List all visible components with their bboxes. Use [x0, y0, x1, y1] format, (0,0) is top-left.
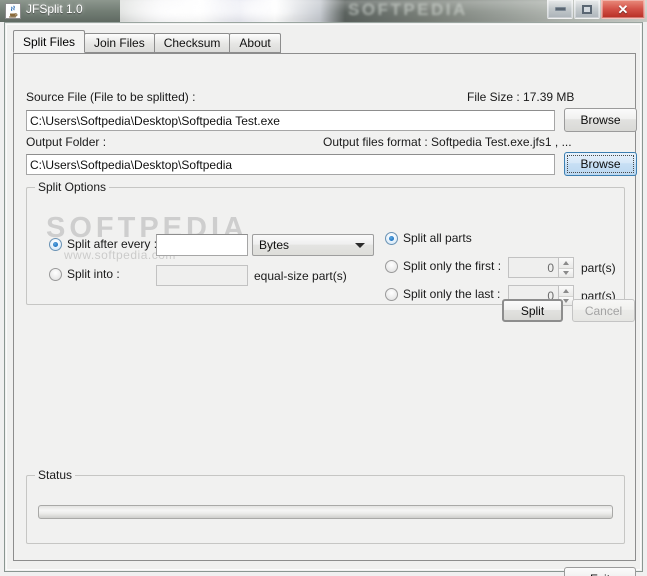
- tab-about[interactable]: About: [229, 33, 281, 53]
- spinner-down-button[interactable]: [559, 267, 573, 277]
- minimize-icon: [554, 7, 566, 11]
- chevron-up-icon: [563, 260, 569, 265]
- output-format-label: Output files format : Softpedia Test.exe…: [323, 135, 572, 149]
- radio-split-into[interactable]: Split into :: [49, 267, 120, 281]
- radio-split-only-last-indicator: [385, 287, 398, 301]
- split-button[interactable]: Split: [502, 299, 563, 322]
- java-cup-icon: [5, 3, 21, 19]
- radio-split-all-parts-label: Split all parts: [403, 231, 472, 245]
- browse-output-button[interactable]: Browse: [564, 152, 637, 176]
- client-inner: Split Files Join Files Checksum About So…: [6, 24, 641, 576]
- radio-split-into-indicator: [49, 267, 62, 281]
- spinner-up-button[interactable]: [559, 258, 573, 268]
- tab-strip: Split Files Join Files Checksum About: [13, 30, 281, 53]
- split-into-input[interactable]: [156, 265, 248, 286]
- tab-about-label: About: [239, 36, 271, 50]
- status-group-title: Status: [35, 468, 76, 482]
- file-size-label: File Size : 17.39 MB: [467, 90, 575, 104]
- split-only-first-spin-buttons: [558, 257, 574, 278]
- title-bar: SOFTPEDIA JFSplit 1.0 ✕: [0, 0, 647, 22]
- spinner-up-button[interactable]: [559, 286, 573, 296]
- close-icon: ✕: [617, 1, 629, 17]
- focus-ring: [567, 155, 634, 173]
- split-options-title: Split Options: [35, 180, 110, 194]
- tab-join-files-label: Join Files: [94, 36, 145, 50]
- minimize-button[interactable]: [547, 0, 573, 19]
- radio-split-after-every-label: Split after every :: [67, 237, 158, 251]
- exit-button[interactable]: Exit: [564, 567, 636, 576]
- output-folder-label: Output Folder :: [26, 135, 107, 149]
- radio-split-only-first-indicator: [385, 259, 398, 273]
- tab-checksum-label: Checksum: [163, 36, 221, 50]
- radio-split-only-last-label: Split only the last :: [403, 287, 501, 301]
- chevron-down-icon: [563, 298, 569, 303]
- status-progress-bar: [38, 505, 613, 519]
- radio-split-all-parts-indicator: [385, 231, 398, 245]
- chevron-down-icon: [355, 243, 365, 248]
- source-file-input[interactable]: C:\Users\Softpedia\Desktop\Softpedia Tes…: [26, 110, 555, 131]
- cancel-button[interactable]: Cancel: [572, 299, 635, 322]
- split-only-first-spinner[interactable]: 0: [508, 257, 574, 278]
- status-group: Status 0: [26, 468, 625, 544]
- cancel-button-label: Cancel: [584, 303, 623, 318]
- split-options-group: Split Options SOFTPEDIA www.softpedia.co…: [26, 180, 625, 306]
- exit-button-label: Exit: [590, 572, 610, 576]
- tab-checksum[interactable]: Checksum: [153, 33, 231, 53]
- split-after-every-input[interactable]: [156, 234, 248, 256]
- close-button[interactable]: ✕: [601, 0, 645, 19]
- source-file-label: Source File (File to be splitted) :: [26, 90, 196, 104]
- split-only-first-suffix: part(s): [581, 261, 616, 275]
- tab-split-files[interactable]: Split Files: [13, 30, 86, 53]
- split-button-label: Split: [520, 303, 545, 318]
- radio-split-after-every[interactable]: Split after every :: [49, 237, 157, 251]
- maximize-button[interactable]: [574, 0, 600, 19]
- radio-split-into-label: Split into :: [67, 267, 120, 281]
- window-controls: ✕: [547, 0, 645, 19]
- equal-size-parts-label: equal-size part(s): [254, 269, 347, 283]
- titlebar-watermark: SOFTPEDIA: [348, 0, 468, 19]
- radio-split-after-every-indicator: [49, 237, 62, 251]
- radio-split-only-last[interactable]: Split only the last :: [385, 287, 500, 301]
- window-title: JFSplit 1.0: [26, 2, 83, 16]
- output-folder-input[interactable]: C:\Users\Softpedia\Desktop\Softpedia: [26, 154, 555, 175]
- tab-join-files[interactable]: Join Files: [84, 33, 155, 53]
- application-window: SOFTPEDIA JFSplit 1.0 ✕ Split Files Join…: [0, 0, 647, 576]
- tab-split-files-label: Split Files: [23, 34, 76, 49]
- window-client-area: Split Files Join Files Checksum About So…: [4, 22, 643, 576]
- radio-split-only-first-label: Split only the first :: [403, 259, 502, 273]
- split-only-first-value[interactable]: 0: [508, 257, 558, 278]
- radio-split-only-first[interactable]: Split only the first :: [385, 259, 501, 273]
- split-unit-combobox[interactable]: Bytes: [252, 234, 374, 256]
- browse-source-label: Browse: [580, 113, 621, 127]
- maximize-icon: [582, 4, 592, 14]
- chevron-up-icon: [563, 288, 569, 293]
- split-unit-selected-value: Bytes: [259, 238, 290, 252]
- radio-split-all-parts[interactable]: Split all parts: [385, 231, 472, 245]
- chevron-down-icon: [563, 270, 569, 275]
- browse-source-button[interactable]: Browse: [564, 108, 637, 132]
- tab-panel-split-files: Source File (File to be splitted) : File…: [13, 53, 637, 561]
